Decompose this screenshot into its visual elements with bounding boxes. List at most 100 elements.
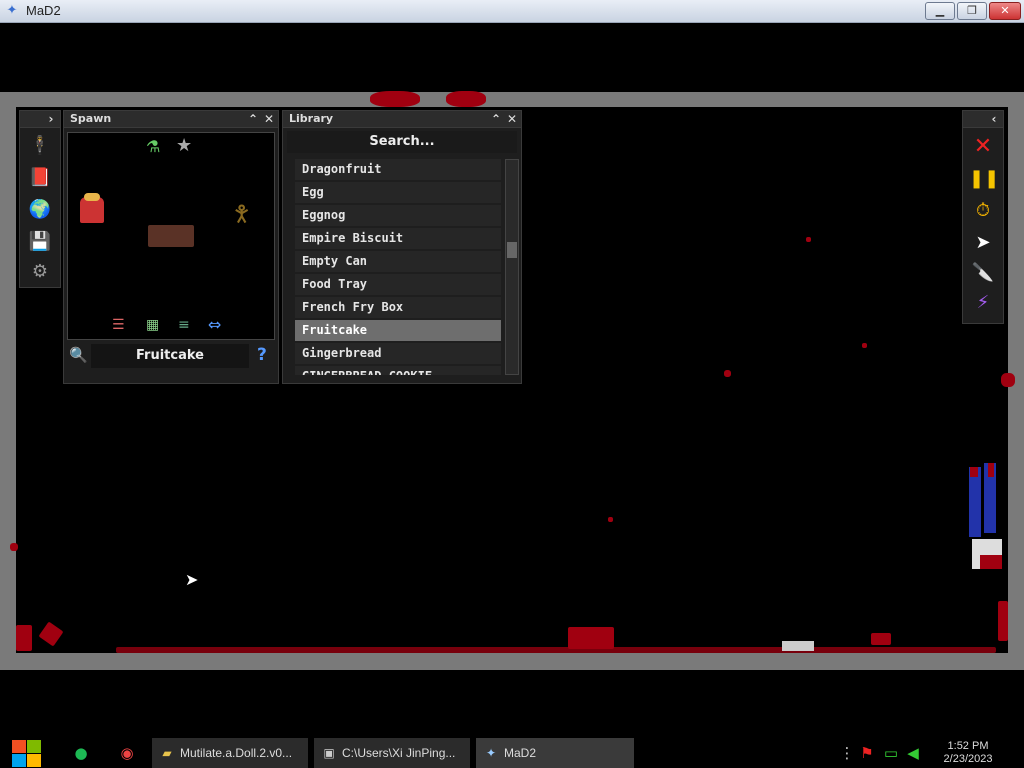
gingerbread-sprite[interactable]: 🯆: [232, 197, 251, 235]
blood-splatter: [116, 647, 996, 653]
taskbar-item-cmd[interactable]: ▣ C:\Users\Xi JinPing...: [314, 738, 470, 768]
taskbar-item-folder[interactable]: ▰ Mutilate.a.Doll.2.v0...: [152, 738, 308, 768]
list-item[interactable]: Eggnog: [295, 205, 501, 226]
lightning-icon[interactable]: ⚡: [969, 289, 997, 317]
blood-splatter: [998, 601, 1008, 641]
book-icon[interactable]: 📕: [26, 165, 54, 191]
left-toolbar: › 🕴 📕 🌍 💾 ⚙: [19, 110, 61, 288]
blood-splatter: [871, 633, 891, 645]
library-list[interactable]: Dragonfruit Egg Eggnog Empire Biscuit Em…: [295, 159, 501, 375]
spawn-selected-name: Fruitcake: [91, 344, 249, 368]
blood-splatter: [806, 237, 811, 242]
settings-gear-icon[interactable]: ⚙: [26, 259, 54, 285]
cursor-icon[interactable]: ➤: [969, 229, 997, 257]
star-icon[interactable]: ★: [176, 135, 192, 156]
windows-logo-quadrant: [27, 754, 41, 767]
list-item[interactable]: Empty Can: [295, 251, 501, 272]
blood-splatter: [38, 621, 64, 647]
scrollbar-thumb[interactable]: [507, 242, 517, 258]
taskbar-item-label: C:\Users\Xi JinPing...: [342, 746, 456, 760]
windows-logo-icon: [12, 740, 26, 753]
windows-logo-quadrant: [12, 754, 26, 767]
expand-right-icon[interactable]: ›: [44, 112, 58, 126]
mouse-cursor: ➤: [185, 570, 199, 589]
collapse-left-icon[interactable]: ‹: [987, 112, 1001, 126]
swap-arrows-icon[interactable]: ⇔: [208, 315, 221, 334]
help-icon[interactable]: ?: [257, 345, 267, 365]
windows-logo-quadrant: [27, 740, 41, 753]
debris-slab[interactable]: [782, 641, 814, 651]
list-item[interactable]: Dragonfruit: [295, 159, 501, 180]
list-item[interactable]: Food Tray: [295, 274, 501, 295]
close-panel-icon[interactable]: ✕: [505, 112, 519, 126]
blood-splatter: [724, 370, 731, 377]
globe-icon[interactable]: 🌍: [26, 197, 54, 223]
spawn-panel: Spawn ⌃ ✕ ⚗ ★ 🯆 ☰ ▦ ≡ ⇔ 🔍 Fruitcake ?: [63, 110, 279, 384]
window-title: MaD2: [26, 3, 61, 18]
chrome-icon[interactable]: ◉: [118, 744, 136, 762]
stopwatch-icon[interactable]: ⏱: [969, 197, 997, 225]
taskbar: ● ◉ ▰ Mutilate.a.Doll.2.v0... ▣ C:\Users\X…: [0, 738, 1024, 768]
ragdoll-remains[interactable]: [966, 463, 1006, 573]
right-toolbar: ‹ ✕ ❚❚ ⏱ ➤ 🔪 ⚡: [962, 110, 1004, 324]
doll-icon: ✦: [485, 746, 497, 760]
left-toolbar-header: ›: [20, 111, 60, 128]
collapse-up-icon[interactable]: ⌃: [489, 112, 503, 126]
cmd-icon: ▣: [323, 746, 335, 760]
library-panel-title: Library: [289, 112, 334, 125]
spawn-panel-title: Spawn: [70, 112, 112, 125]
maximize-button[interactable]: ❐: [957, 2, 987, 20]
minimize-button[interactable]: ▁: [925, 2, 955, 20]
doll-icon: ✦: [6, 3, 18, 18]
blood-splatter: [862, 343, 867, 348]
list-item-selected[interactable]: Fruitcake: [295, 320, 501, 341]
library-panel-header: Library ⌃ ✕: [283, 111, 521, 128]
blood-splatter: [608, 517, 613, 522]
collapse-up-icon[interactable]: ⌃: [246, 112, 260, 126]
flask-icon[interactable]: ⚗: [146, 137, 160, 156]
flag-icon[interactable]: ⚑: [858, 744, 876, 762]
fry-box-sprite[interactable]: [80, 193, 104, 223]
blood-splatter: [568, 627, 614, 649]
window-titlebar: ✦ MaD2 ▁ ❐ ✕: [0, 0, 1024, 23]
ragdoll-icon[interactable]: 🕴: [26, 133, 54, 159]
blood-splatter: [1001, 373, 1015, 387]
folder-icon: ▰: [162, 746, 172, 760]
taskbar-item-label: MaD2: [504, 746, 537, 760]
right-toolbar-header: ‹: [963, 111, 1003, 128]
taskbar-item-mad2[interactable]: ✦ MaD2: [476, 738, 634, 768]
close-panel-icon[interactable]: ✕: [262, 112, 276, 126]
volume-icon[interactable]: ◀: [904, 744, 922, 762]
knife-icon[interactable]: 🔪: [969, 259, 997, 287]
spawn-search-bar: 🔍 Fruitcake ?: [67, 344, 273, 370]
list-item[interactable]: Egg: [295, 182, 501, 203]
taskbar-item-label: Mutilate.a.Doll.2.v0...: [180, 746, 293, 760]
save-icon[interactable]: 💾: [26, 229, 54, 255]
close-x-icon[interactable]: ✕: [969, 133, 997, 161]
fruitcake-sprite[interactable]: [148, 225, 194, 247]
blood-splatter: [446, 91, 486, 107]
grid-icon[interactable]: ▦: [146, 317, 159, 333]
close-window-button[interactable]: ✕: [989, 2, 1021, 20]
layers-icon[interactable]: ≡: [178, 317, 190, 333]
start-button[interactable]: [8, 738, 48, 768]
list-item[interactable]: French Fry Box: [295, 297, 501, 318]
pause-icon[interactable]: ❚❚: [969, 165, 999, 193]
blood-splatter: [370, 91, 420, 107]
spawn-panel-header: Spawn ⌃ ✕: [64, 111, 278, 128]
list-item[interactable]: Empire Biscuit: [295, 228, 501, 249]
clock-date: 2/23/2023: [943, 753, 993, 765]
sliders-icon[interactable]: ☰: [112, 317, 125, 333]
search-icon[interactable]: 🔍: [69, 346, 88, 364]
clock-time: 1:52 PM: [947, 740, 989, 752]
blood-splatter: [10, 543, 18, 551]
network-icon[interactable]: ▭: [882, 744, 900, 762]
library-search-input[interactable]: Search...: [287, 131, 517, 153]
spotify-icon[interactable]: ●: [72, 744, 90, 762]
more-dots-icon[interactable]: ⋮: [838, 744, 856, 762]
clock[interactable]: 1:52 PM 2/23/2023: [936, 740, 1000, 766]
library-scrollbar[interactable]: [505, 159, 519, 375]
list-item[interactable]: GINGERBREAD COOKIE: [295, 366, 501, 375]
list-item[interactable]: Gingerbread: [295, 343, 501, 364]
spawn-preview-canvas[interactable]: ⚗ ★ 🯆 ☰ ▦ ≡ ⇔: [67, 132, 275, 340]
